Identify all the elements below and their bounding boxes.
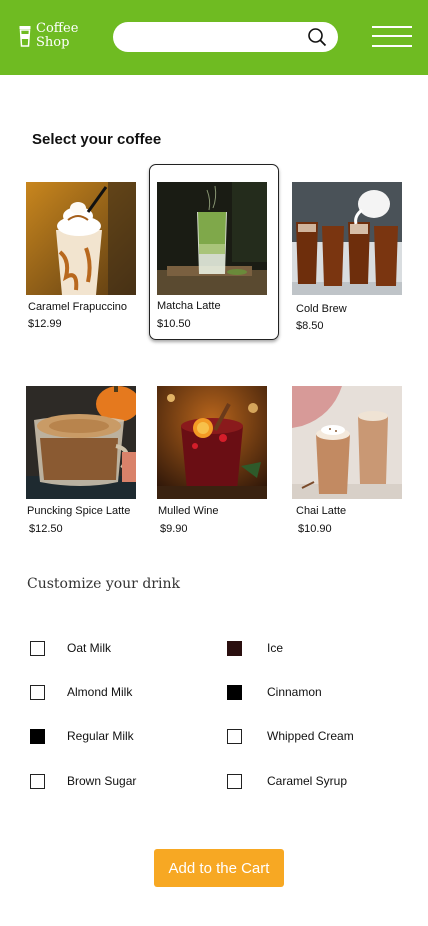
brown-sugar-checkbox[interactable]: [30, 774, 45, 789]
regular-milk-checkbox[interactable]: [30, 729, 45, 744]
product-price: $9.90: [160, 523, 188, 535]
product-price: $12.99: [28, 318, 62, 330]
whipped-cream-checkbox[interactable]: [227, 729, 242, 744]
product-price: $10.50: [157, 318, 191, 330]
option-ice[interactable]: Ice: [227, 641, 283, 656]
option-label: Oat Milk: [67, 641, 112, 655]
product-image-puncking-spice-latte: [26, 386, 136, 499]
cinnamon-checkbox[interactable]: [227, 685, 242, 700]
hamburger-menu-icon[interactable]: [372, 24, 412, 48]
product-image-cold-brew: [292, 182, 402, 295]
option-label: Ice: [267, 641, 284, 655]
product-card-puncking-spice-latte[interactable]: Puncking Spice Latte $12.50: [26, 386, 136, 536]
product-card-caramel-frapuccino[interactable]: Caramel Frapuccino $12.99: [26, 182, 136, 332]
ice-checkbox[interactable]: [227, 641, 242, 656]
app-header: Coffee Shop: [0, 0, 428, 75]
brand-name-line2: Shop: [36, 35, 70, 50]
option-almond-milk[interactable]: Almond Milk: [30, 685, 132, 700]
product-name: Chai Latte: [296, 505, 347, 517]
product-image-mulled-wine: [157, 386, 267, 499]
option-label: Cinnamon: [267, 685, 322, 699]
product-name: Mulled Wine: [158, 505, 219, 517]
product-price: $8.50: [296, 320, 324, 332]
product-price: $12.50: [29, 523, 63, 535]
add-to-cart-button[interactable]: Add to the Cart: [154, 849, 284, 887]
option-label: Brown Sugar: [67, 774, 137, 788]
section-title-customize: Customize your drink: [27, 576, 180, 592]
option-label: Caramel Syrup: [267, 774, 348, 788]
search-icon[interactable]: [306, 26, 328, 48]
product-card-mulled-wine[interactable]: Mulled Wine $9.90: [157, 386, 267, 536]
option-label: Whipped Cream: [267, 729, 354, 743]
option-caramel-syrup[interactable]: Caramel Syrup: [227, 774, 347, 789]
product-card-cold-brew[interactable]: Cold Brew $8.50: [292, 182, 402, 332]
option-whipped-cream[interactable]: Whipped Cream: [227, 729, 354, 744]
brand-name-line1: Coffee: [36, 21, 79, 36]
product-image-matcha-latte: [157, 182, 267, 295]
almond-milk-checkbox[interactable]: [30, 685, 45, 700]
option-brown-sugar[interactable]: Brown Sugar: [30, 774, 136, 789]
product-image-caramel-frapuccino: [26, 182, 136, 295]
product-name: Caramel Frapuccino: [28, 301, 128, 313]
product-card-matcha-latte[interactable]: Matcha Latte $10.50: [149, 164, 279, 340]
section-title-select-coffee: Select your coffee: [32, 131, 162, 148]
option-label: Almond Milk: [67, 685, 133, 699]
option-cinnamon[interactable]: Cinnamon: [227, 685, 322, 700]
option-label: Regular Milk: [67, 729, 134, 743]
product-name: Puncking Spice Latte: [27, 505, 131, 517]
caramel-syrup-checkbox[interactable]: [227, 774, 242, 789]
product-price: $10.90: [298, 523, 332, 535]
coffee-cup-icon: [19, 26, 31, 47]
search-input[interactable]: [113, 22, 338, 52]
product-card-chai-latte[interactable]: Chai Latte $10.90: [292, 386, 402, 536]
product-name: Matcha Latte: [157, 300, 221, 312]
product-name: Cold Brew: [296, 303, 347, 315]
option-regular-milk[interactable]: Regular Milk: [30, 729, 134, 744]
product-image-chai-latte: [292, 386, 402, 499]
oat-milk-checkbox[interactable]: [30, 641, 45, 656]
brand-logo[interactable]: Coffee Shop: [19, 22, 78, 50]
option-oat-milk[interactable]: Oat Milk: [30, 641, 111, 656]
